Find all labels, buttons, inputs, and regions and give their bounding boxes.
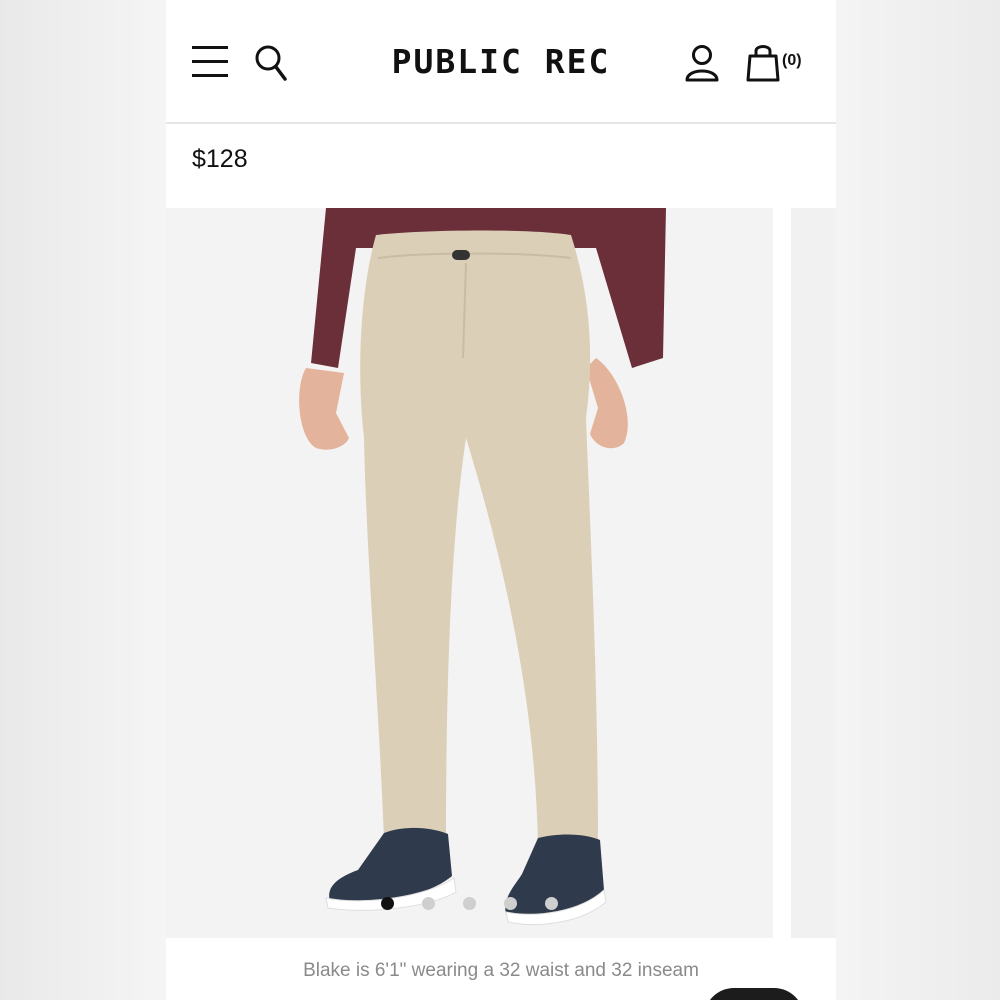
mobile-page: PUBLIC REC (0) $128 Blake is 6'1" wearin… [166, 0, 836, 1000]
left-hand [299, 368, 349, 450]
gallery-dot-3[interactable] [463, 897, 476, 910]
account-icon[interactable] [684, 44, 720, 82]
site-header: PUBLIC REC (0) [166, 0, 836, 124]
background-right [836, 0, 1000, 1000]
pants-button [452, 250, 470, 260]
product-image-gallery[interactable] [166, 208, 773, 938]
next-image-peek[interactable] [791, 208, 836, 938]
gallery-dot-5[interactable] [545, 897, 558, 910]
gallery-pagination [166, 897, 773, 910]
pants-shape [360, 230, 598, 848]
bag-icon [746, 45, 780, 82]
product-photo [299, 208, 666, 926]
gallery-dot-1[interactable] [381, 897, 394, 910]
right-hand [586, 358, 628, 449]
model-size-caption: Blake is 6'1" wearing a 32 waist and 32 … [303, 960, 699, 981]
gallery-dot-2[interactable] [422, 897, 435, 910]
brand-logo[interactable]: PUBLIC REC [166, 42, 836, 81]
gallery-dot-4[interactable] [504, 897, 517, 910]
chat-button[interactable] [704, 988, 804, 1000]
cart-count: (0) [782, 52, 802, 69]
product-price: $128 [192, 145, 248, 173]
background-left [0, 0, 166, 1000]
